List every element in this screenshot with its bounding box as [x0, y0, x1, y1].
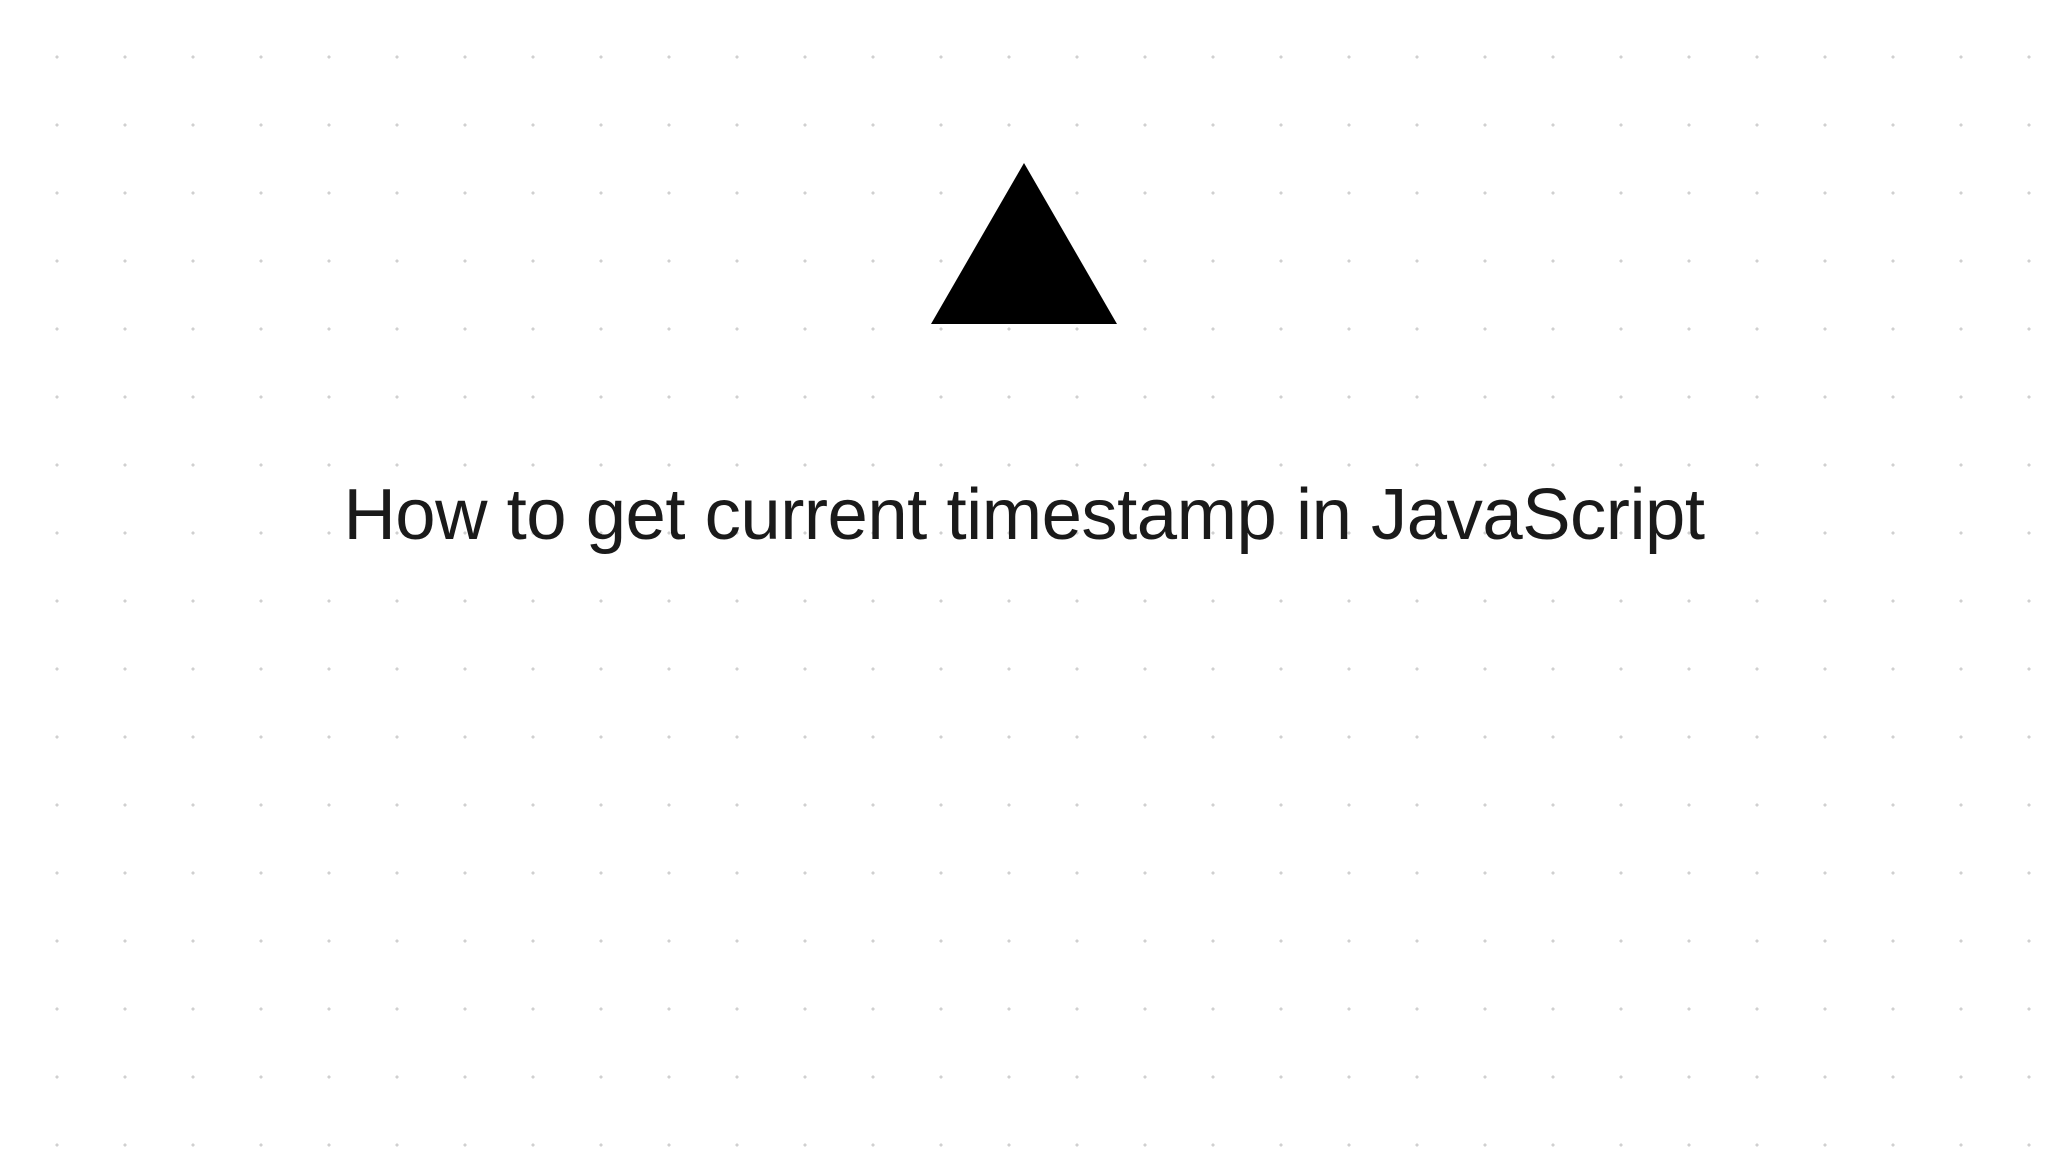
content-wrapper: How to get current timestamp in JavaScri…: [0, 163, 2048, 575]
triangle-logo-icon: [931, 163, 1117, 324]
page-title: How to get current timestamp in JavaScri…: [343, 454, 1704, 575]
